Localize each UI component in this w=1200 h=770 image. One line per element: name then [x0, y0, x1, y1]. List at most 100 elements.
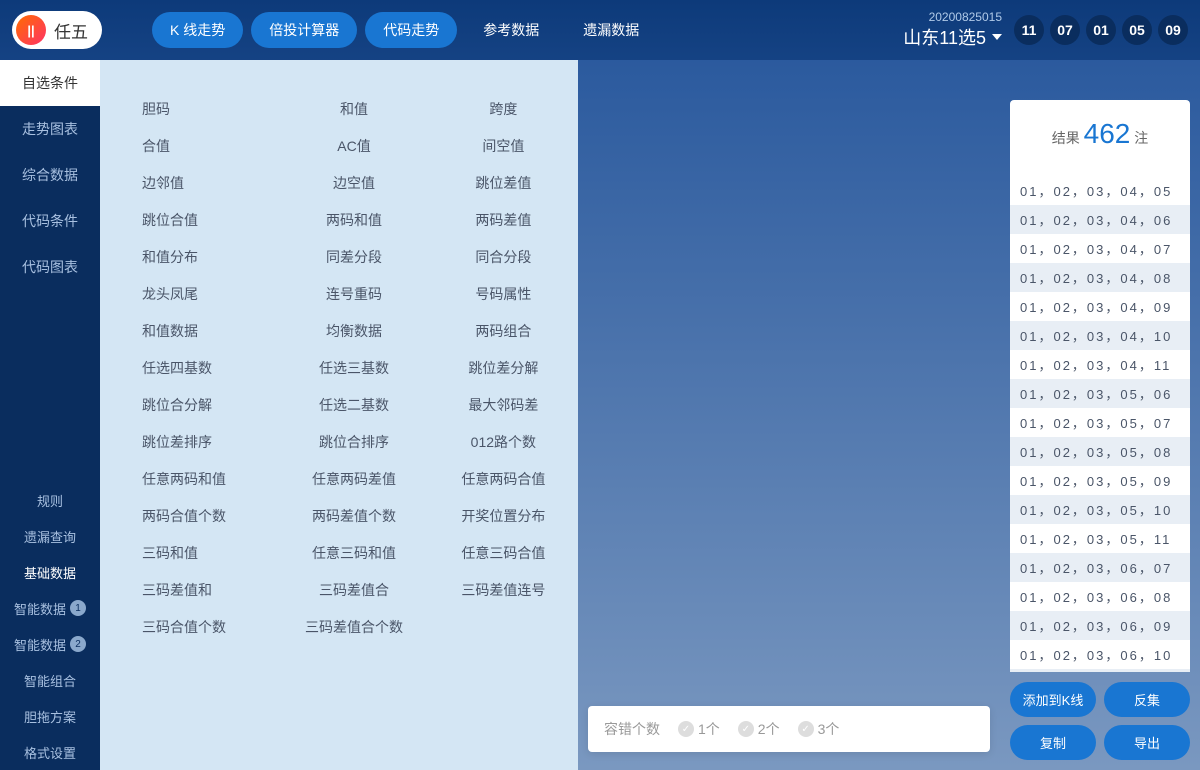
- copy-button[interactable]: 复制: [1010, 725, 1096, 760]
- nav-code-trend[interactable]: 代码走势: [365, 12, 457, 48]
- sidebar-bottom-item[interactable]: 基础数据: [0, 554, 100, 590]
- grid-cell[interactable]: 合值: [130, 127, 279, 164]
- grid-cell[interactable]: 三码和值: [130, 534, 279, 571]
- result-row[interactable]: 01，02，03，04，10: [1010, 321, 1190, 350]
- grid-cell[interactable]: 012路个数: [429, 423, 578, 460]
- grid-cell[interactable]: 任选四基数: [130, 349, 279, 386]
- result-list[interactable]: 01，02，03，04，0501，02，03，04，0601，02，03，04，…: [1010, 168, 1190, 672]
- grid-cell[interactable]: 号码属性: [429, 275, 578, 312]
- grid-cell[interactable]: 跳位差排序: [130, 423, 279, 460]
- sidebar-bottom-item[interactable]: 胆拖方案: [0, 698, 100, 734]
- result-row[interactable]: 01，02，03，05，08: [1010, 437, 1190, 466]
- grid-cell[interactable]: 两码差值个数: [279, 497, 428, 534]
- result-row[interactable]: 01，02，03，05，11: [1010, 524, 1190, 553]
- result-row[interactable]: 01，02，03，05，09: [1010, 466, 1190, 495]
- logo-pill[interactable]: || 任五: [12, 11, 102, 49]
- sidebar-bottom-item[interactable]: 智能数据2: [0, 626, 100, 662]
- tolerance-opt-2[interactable]: 2个: [738, 719, 780, 739]
- grid-cell[interactable]: 开奖位置分布: [429, 497, 578, 534]
- grid-cell[interactable]: 三码差值合个数: [279, 608, 428, 645]
- grid-cell[interactable]: 任选二基数: [279, 386, 428, 423]
- grid-cell[interactable]: 任意两码合值: [429, 460, 578, 497]
- result-row[interactable]: 01，02，03，04，05: [1010, 176, 1190, 205]
- invert-button[interactable]: 反集: [1104, 682, 1190, 717]
- result-row[interactable]: 01，02，03，04，08: [1010, 263, 1190, 292]
- result-row[interactable]: 01，02，03，04，06: [1010, 205, 1190, 234]
- sidebar-bottom-item[interactable]: 遗漏查询: [0, 518, 100, 554]
- grid-cell[interactable]: 最大邻码差: [429, 386, 578, 423]
- grid-cell[interactable]: 均衡数据: [279, 312, 428, 349]
- result-row[interactable]: 01，02，03，04，09: [1010, 292, 1190, 321]
- grid-cell[interactable]: 和值数据: [130, 312, 279, 349]
- result-row[interactable]: 01，02，03，06，11: [1010, 669, 1190, 672]
- grid-cell[interactable]: 和值: [279, 90, 428, 127]
- result-row[interactable]: 01，02，03，04，07: [1010, 234, 1190, 263]
- grid-cell[interactable]: 任意三码合值: [429, 534, 578, 571]
- grid-cell[interactable]: 同合分段: [429, 238, 578, 275]
- grid-cell[interactable]: 跳位合值: [130, 201, 279, 238]
- grid-cell[interactable]: 三码差值合: [279, 571, 428, 608]
- grid-cell[interactable]: 跳位合分解: [130, 386, 279, 423]
- grid-row: 三码合值个数三码差值合个数: [130, 608, 578, 645]
- sidebar-bottom-item[interactable]: 规则: [0, 482, 100, 518]
- sidebar-bottom-item[interactable]: 智能数据1: [0, 590, 100, 626]
- sidebar-bottom-item[interactable]: 格式设置: [0, 734, 100, 770]
- grid-row: 任意两码和值任意两码差值任意两码合值: [130, 460, 578, 497]
- sidebar-code-conditions[interactable]: 代码条件: [0, 198, 100, 244]
- grid-cell[interactable]: 三码差值和: [130, 571, 279, 608]
- grid-row: 和值数据均衡数据两码组合: [130, 312, 578, 349]
- grid-cell[interactable]: 任选三基数: [279, 349, 428, 386]
- grid-cell[interactable]: 任意两码和值: [130, 460, 279, 497]
- grid-cell[interactable]: 跳位差值: [429, 164, 578, 201]
- grid-cell[interactable]: 和值分布: [130, 238, 279, 275]
- grid-cell[interactable]: 两码和值: [279, 201, 428, 238]
- result-row[interactable]: 01，02，03，06，10: [1010, 640, 1190, 669]
- result-row[interactable]: 01，02，03，04，11: [1010, 350, 1190, 379]
- result-row[interactable]: 01，02，03，05，10: [1010, 495, 1190, 524]
- sidebar-bottom-item[interactable]: 智能组合: [0, 662, 100, 698]
- grid-cell[interactable]: 三码合值个数: [130, 608, 279, 645]
- grid-cell[interactable]: 跳位差分解: [429, 349, 578, 386]
- sidebar-code-chart[interactable]: 代码图表: [0, 244, 100, 290]
- grid-cell[interactable]: 连号重码: [279, 275, 428, 312]
- nav-missing[interactable]: 遗漏数据: [565, 12, 657, 48]
- grid-cell[interactable]: 同差分段: [279, 238, 428, 275]
- nav-calculator[interactable]: 倍投计算器: [251, 12, 357, 48]
- grid-cell[interactable]: 间空值: [429, 127, 578, 164]
- nav-reference[interactable]: 参考数据: [465, 12, 557, 48]
- grid-cell[interactable]: 跳位合排序: [279, 423, 428, 460]
- sidebar-spacer: [0, 290, 100, 482]
- tolerance-opt-1[interactable]: 1个: [678, 719, 720, 739]
- grid-cell[interactable]: 两码差值: [429, 201, 578, 238]
- result-row[interactable]: 01，02，03，06，07: [1010, 553, 1190, 582]
- tolerance-opt-3[interactable]: 3个: [798, 719, 840, 739]
- add-to-kline-button[interactable]: 添加到K线: [1010, 682, 1096, 717]
- grid-cell[interactable]: 龙头凤尾: [130, 275, 279, 312]
- grid-cell[interactable]: 胆码: [130, 90, 279, 127]
- grid-cell[interactable]: 边邻值: [130, 164, 279, 201]
- grid-row: 合值AC值间空值: [130, 127, 578, 164]
- grid-cell[interactable]: 任意两码差值: [279, 460, 428, 497]
- result-row[interactable]: 01，02，03，05，07: [1010, 408, 1190, 437]
- grid-cell[interactable]: 两码组合: [429, 312, 578, 349]
- lottery-selector[interactable]: 山东11选5: [903, 24, 1002, 50]
- sidebar-custom-conditions[interactable]: 自选条件: [0, 60, 100, 106]
- grid-cell[interactable]: 任意三码和值: [279, 534, 428, 571]
- result-row[interactable]: 01，02，03，05，06: [1010, 379, 1190, 408]
- drawn-numbers: 11 07 01 05 09: [1014, 15, 1188, 45]
- result-row[interactable]: 01，02，03，06，08: [1010, 582, 1190, 611]
- grid-cell[interactable]: 两码合值个数: [130, 497, 279, 534]
- grid-cell[interactable]: 三码差值连号: [429, 571, 578, 608]
- result-row[interactable]: 01，02，03，06，09: [1010, 611, 1190, 640]
- export-button[interactable]: 导出: [1104, 725, 1190, 760]
- grid-cell[interactable]: 跨度: [429, 90, 578, 127]
- nav-primary-group: K 线走势 倍投计算器 代码走势 参考数据 遗漏数据: [152, 12, 657, 48]
- result-suffix: 注: [1134, 130, 1148, 146]
- result-panel: 结果 462 注 01，02，03，04，0501，02，03，04，0601，…: [1000, 60, 1200, 770]
- grid-cell[interactable]: 边空值: [279, 164, 428, 201]
- grid-cell[interactable]: AC值: [279, 127, 428, 164]
- nav-kline[interactable]: K 线走势: [152, 12, 243, 48]
- sidebar-comprehensive[interactable]: 综合数据: [0, 152, 100, 198]
- sidebar-trend-chart[interactable]: 走势图表: [0, 106, 100, 152]
- grid-row: 和值分布同差分段同合分段: [130, 238, 578, 275]
